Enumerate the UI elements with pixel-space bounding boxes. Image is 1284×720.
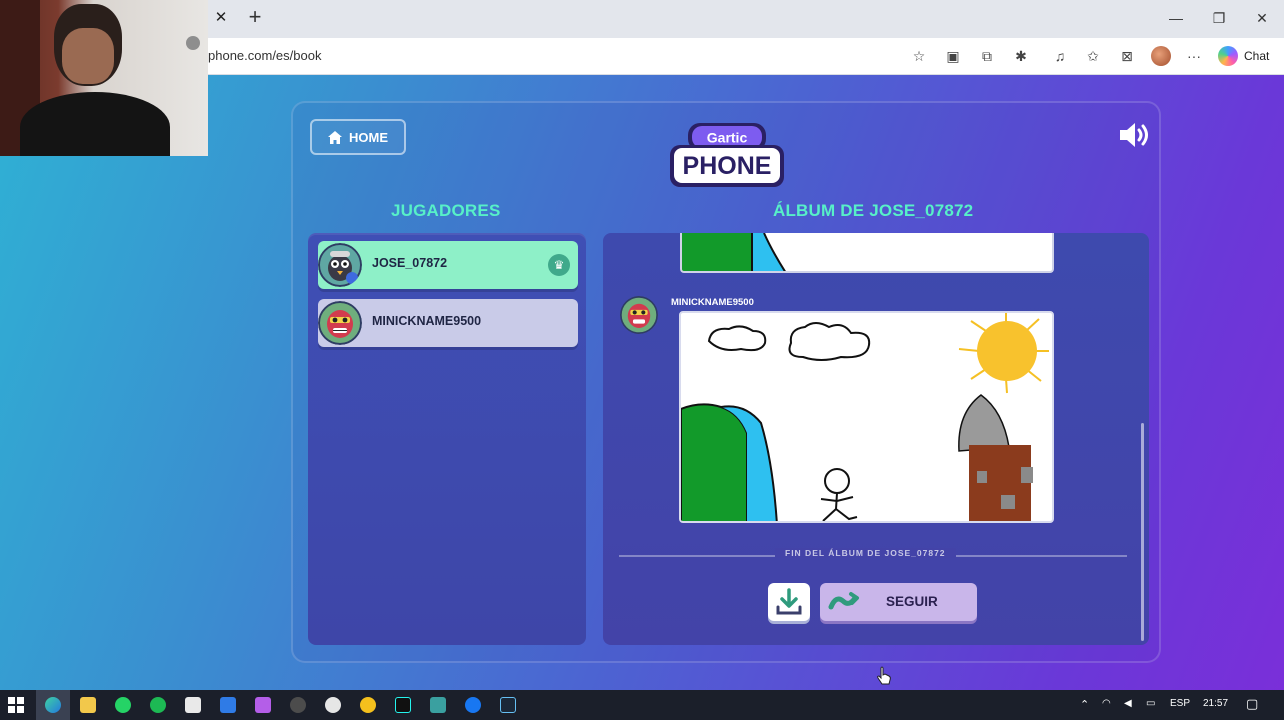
close-window-button[interactable]: ✕ (1252, 8, 1272, 28)
close-tab-icon[interactable]: ✕ (212, 9, 230, 27)
language-indicator[interactable]: ESP (1170, 698, 1190, 709)
collections-icon[interactable]: ⊠ (1118, 47, 1136, 65)
chat-label: Chat (1244, 49, 1270, 63)
app-icon[interactable] (255, 697, 271, 713)
chat-button[interactable]: Chat (1218, 46, 1269, 66)
reader-view-icon[interactable]: ▣ (944, 47, 962, 65)
player-row: MINICKNAME9500 (318, 299, 578, 347)
player-name: JOSE_07872 (372, 256, 448, 270)
profile-avatar[interactable] (1151, 46, 1171, 66)
facebook-icon[interactable] (465, 697, 481, 713)
previous-drawing (680, 233, 1054, 273)
player-row: JOSE_07872 ♛ (318, 241, 578, 289)
clock[interactable]: 21:57 (1203, 698, 1228, 709)
album-panel: MINICKNAME9500 FIN DEL ÁLBUM DE JOSE_078… (603, 233, 1149, 645)
sound-icon[interactable] (1118, 121, 1152, 149)
player-avatar (318, 301, 362, 345)
home-icon (328, 130, 342, 144)
mouse-cursor-icon (877, 666, 891, 685)
app-icon[interactable] (360, 697, 376, 713)
next-button[interactable]: SEGUIR (820, 583, 977, 621)
address-bar[interactable]: phone.com/es/book (208, 48, 321, 63)
logo-top-text: Gartic (707, 130, 748, 146)
crown-icon: ♛ (548, 254, 570, 276)
webcam-overlay (0, 0, 208, 156)
obs-icon[interactable] (290, 697, 306, 713)
home-button[interactable]: HOME (310, 119, 406, 155)
tiktok-icon[interactable] (395, 697, 411, 713)
windows-start-icon[interactable] (8, 697, 24, 713)
player-name: MINICKNAME9500 (372, 314, 482, 328)
notion-icon[interactable] (185, 697, 201, 713)
album-title: ÁLBUM DE JOSE_07872 (773, 201, 974, 220)
copilot-icon (1218, 46, 1238, 66)
app-available-icon[interactable]: ⧉ (978, 47, 996, 65)
volume-icon[interactable]: ◀ (1124, 698, 1132, 709)
favorites-icon[interactable]: ✩ (1084, 47, 1102, 65)
next-arrow-icon (828, 592, 859, 610)
whatsapp-icon[interactable] (115, 697, 131, 713)
wifi-icon[interactable]: ◠ (1102, 698, 1111, 709)
players-title: JUGADORES (391, 201, 501, 220)
home-label: HOME (349, 129, 388, 145)
tray-chevron-icon[interactable]: ⌃ (1080, 698, 1089, 711)
more-options-icon[interactable]: ··· (1185, 47, 1203, 65)
favorite-star-icon[interactable]: ☆ (910, 47, 928, 65)
player-avatar (318, 243, 362, 287)
notifications-icon[interactable]: ▢ (1246, 696, 1258, 712)
app-icon[interactable] (430, 697, 446, 713)
gartic-phone-logo: Gartic PHONE (670, 123, 784, 187)
author-avatar (620, 296, 658, 334)
restore-button[interactable]: ❐ (1209, 8, 1229, 28)
album-drawing (679, 311, 1054, 523)
album-scrollbar[interactable] (1141, 423, 1144, 641)
steam-icon[interactable] (500, 697, 516, 713)
browser-essentials-icon[interactable]: ♫ (1051, 47, 1069, 65)
file-explorer-icon[interactable] (80, 697, 96, 713)
webcam-person (20, 4, 170, 156)
game-page: HOME Gartic PHONE JUGADORES ÁLBUM DE JOS… (0, 75, 1284, 690)
vscode-icon[interactable] (220, 697, 236, 713)
minimize-button[interactable]: — (1166, 8, 1186, 28)
new-tab-button[interactable]: + (244, 6, 266, 28)
download-button[interactable] (768, 583, 810, 621)
album-end-label: FIN DEL ÁLBUM DE JOSE_07872 (775, 548, 956, 558)
logo-bottom-text: PHONE (683, 152, 772, 180)
download-icon (776, 588, 802, 615)
github-icon[interactable] (325, 697, 341, 713)
spotify-icon[interactable] (150, 697, 166, 713)
edge-icon[interactable] (45, 697, 61, 713)
windows-taskbar: ⌃ ◠ ◀ ▭ ESP 21:57 ▢ (0, 690, 1284, 720)
players-panel: JOSE_07872 ♛ MINICKNAME9500 (308, 233, 586, 645)
extensions-icon[interactable]: ✱ (1012, 47, 1030, 65)
entry-author: MINICKNAME9500 (671, 297, 754, 308)
battery-icon[interactable]: ▭ (1146, 698, 1155, 709)
next-label: SEGUIR (886, 594, 938, 609)
